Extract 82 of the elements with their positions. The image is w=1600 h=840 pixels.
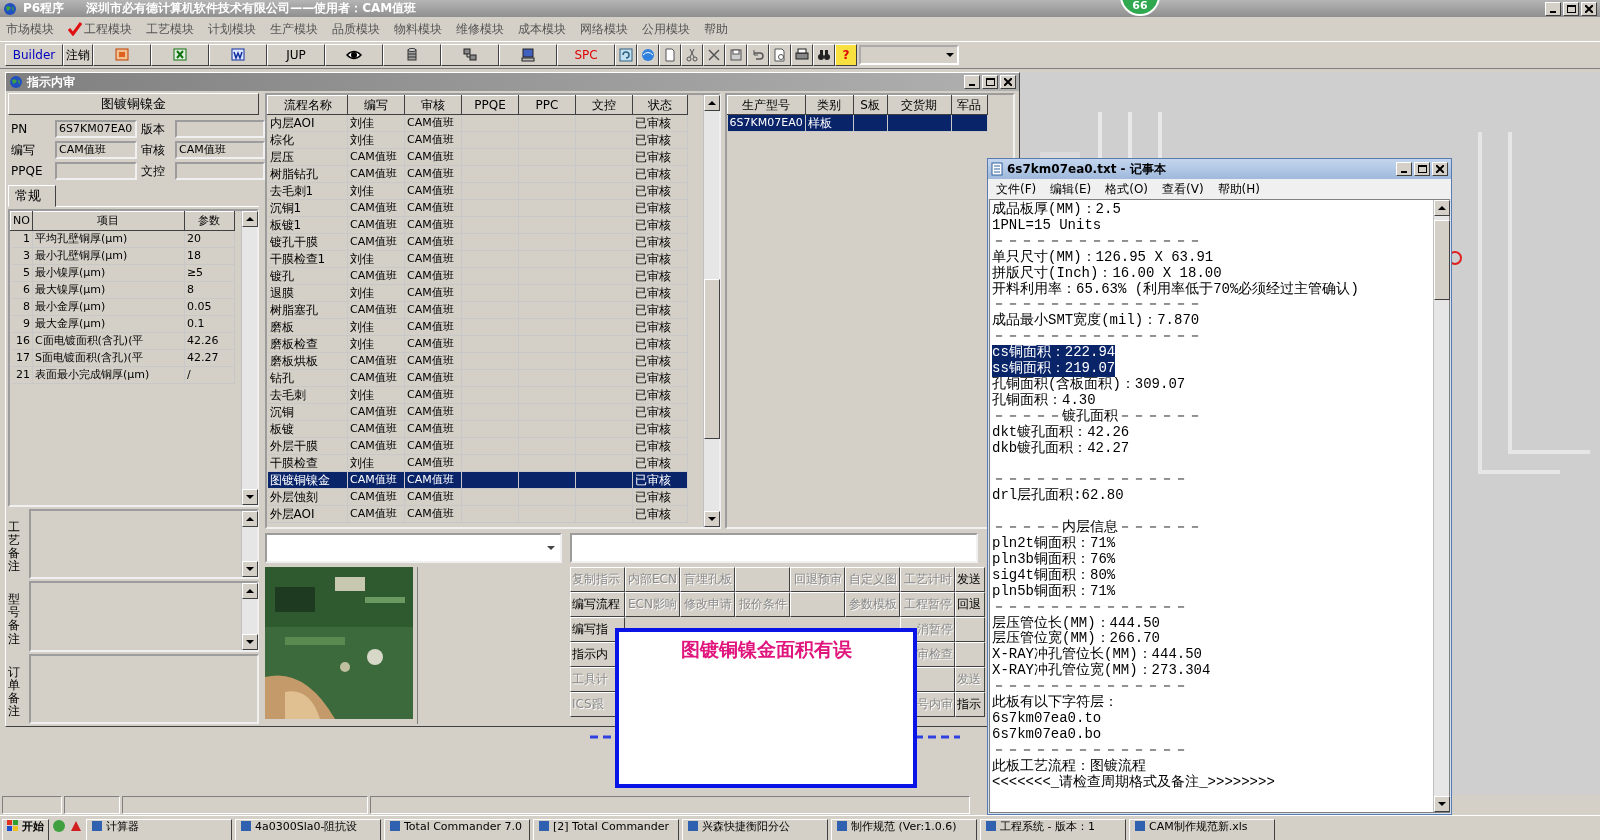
- binoculars-icon: [816, 47, 832, 63]
- toolbar-button[interactable]: [681, 44, 703, 66]
- taskbar-button[interactable]: 4a0300Sla0-阻抗设: [235, 819, 381, 840]
- toolbar-button[interactable]: [791, 44, 813, 66]
- undo-icon: [750, 47, 766, 63]
- app-globe-icon: [3, 1, 17, 16]
- refresh-icon: [618, 47, 634, 63]
- minimize-button[interactable]: [1545, 1, 1561, 16]
- app-icon: [389, 820, 401, 832]
- app-icon: [91, 820, 103, 832]
- maximize-button[interactable]: [1563, 1, 1579, 16]
- menu-item[interactable]: 工艺模块: [146, 21, 194, 37]
- windows-logo-icon: [7, 820, 19, 832]
- start-button[interactable]: 开始: [2, 819, 49, 840]
- scroll-down-button[interactable]: [1434, 796, 1450, 812]
- app-icon: [687, 820, 699, 832]
- toolbar-button[interactable]: [499, 44, 557, 66]
- app-icon: [240, 820, 252, 832]
- taskbar-button[interactable]: 兴森快捷衡阳分公: [682, 819, 828, 840]
- down-arrow-icon: [1438, 801, 1446, 807]
- menu-item[interactable]: 公用模块: [642, 21, 690, 37]
- new-file-icon: [662, 47, 678, 63]
- app-title: 深圳市必有德计算机软件技术有限公司——使用者：CAM值班: [86, 1, 417, 16]
- menu-item[interactable]: 维修模块: [456, 21, 504, 37]
- minimize-icon: [1550, 10, 1556, 13]
- save-icon: [728, 47, 744, 63]
- toolbar-button[interactable]: [383, 44, 441, 66]
- taskbar-button[interactable]: 计算器: [86, 819, 232, 840]
- spreadsheet-icon: [172, 47, 188, 63]
- globe-icon: [640, 47, 656, 63]
- menu-item[interactable]: 计划模块: [208, 21, 256, 37]
- close-icon: [1585, 4, 1593, 13]
- taskbar-button[interactable]: Total Commander 7.0: [384, 819, 530, 840]
- taskbar-button[interactable]: 制作规范 (Ver:1.0.6): [831, 819, 977, 840]
- help-button[interactable]: ?: [835, 44, 857, 66]
- menu-item[interactable]: 生产模块: [270, 21, 318, 37]
- menu-item[interactable]: 帮助: [704, 21, 728, 37]
- status-panel: [2, 796, 62, 814]
- quick-launch-icon[interactable]: [69, 819, 83, 833]
- preview-icon: [772, 47, 788, 63]
- toolbar-button[interactable]: JUP: [267, 44, 325, 66]
- toolbar-button[interactable]: [769, 44, 791, 66]
- toolbar-button[interactable]: Builder: [5, 44, 63, 66]
- menu-item[interactable]: 市场模块: [6, 21, 54, 37]
- toolbar-button[interactable]: [747, 44, 769, 66]
- app-icon: [985, 820, 997, 832]
- app-icon: [836, 820, 848, 832]
- printer-icon: [794, 47, 810, 63]
- menu-item[interactable]: 成本模块: [518, 21, 566, 37]
- document-icon: [230, 47, 246, 63]
- toolbar-button[interactable]: [703, 44, 725, 66]
- taskbar-button[interactable]: [2] Total Commander: [533, 819, 679, 840]
- app-icon: [1134, 820, 1146, 832]
- menu-item[interactable]: 物料模块: [394, 21, 442, 37]
- app-name: P6程序: [23, 1, 65, 16]
- maximize-icon: [1566, 4, 1576, 13]
- toolbar-button[interactable]: [209, 44, 267, 66]
- toolbar-button[interactable]: [813, 44, 835, 66]
- close-button[interactable]: [1581, 1, 1597, 16]
- network-icon: [462, 47, 478, 63]
- toolbar-button[interactable]: [659, 44, 681, 66]
- toolbar-button[interactable]: [325, 44, 383, 66]
- taskbar-button[interactable]: 工程系统 - 版本：1: [980, 819, 1126, 840]
- toolbar-button[interactable]: [93, 44, 151, 66]
- slides-icon: [114, 47, 130, 63]
- database-icon: [404, 47, 420, 63]
- toolbar-button[interactable]: [151, 44, 209, 66]
- status-panel: [64, 796, 120, 814]
- menu-item[interactable]: 网络模块: [580, 21, 628, 37]
- menu-item[interactable]: 品质模块: [332, 21, 380, 37]
- toolbar-button[interactable]: [725, 44, 747, 66]
- computer-icon: [520, 47, 536, 63]
- toolbar-button[interactable]: 注销: [63, 44, 93, 66]
- delete-icon: [706, 47, 722, 63]
- check-icon: [68, 22, 82, 36]
- toolbar-button[interactable]: [615, 44, 637, 66]
- toolbar-button[interactable]: [637, 44, 659, 66]
- taskbar-button[interactable]: CAM制作规范新.xls: [1129, 819, 1275, 840]
- toolbar-button[interactable]: [441, 44, 499, 66]
- app-icon: [538, 820, 550, 832]
- cut-icon: [684, 47, 700, 63]
- menu-item[interactable]: 工程模块: [68, 21, 132, 37]
